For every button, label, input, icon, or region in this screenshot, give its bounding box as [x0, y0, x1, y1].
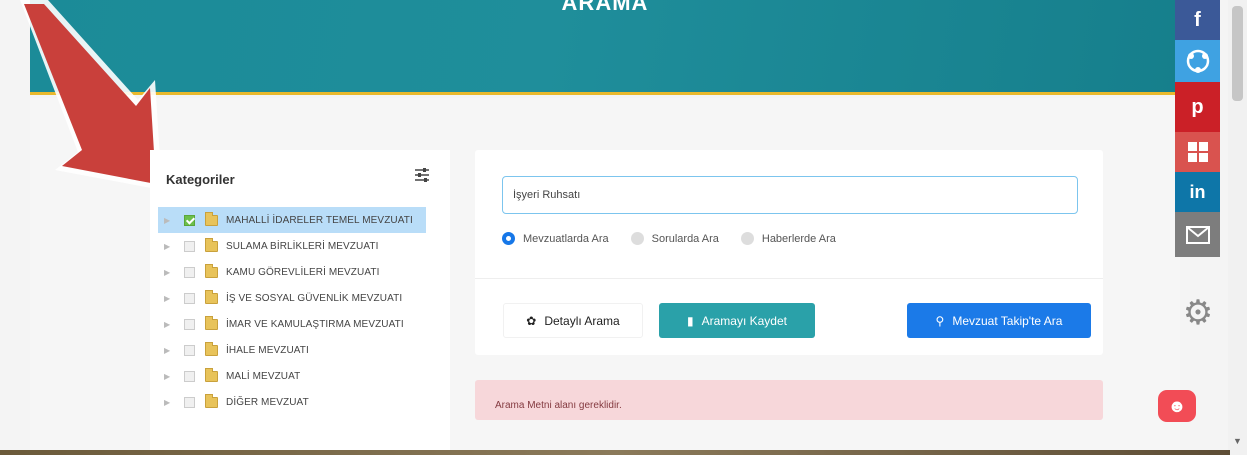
search-input[interactable] [502, 176, 1078, 214]
mail-icon[interactable] [1175, 212, 1220, 257]
expand-caret-icon[interactable]: ▶ [164, 242, 176, 251]
category-checkbox[interactable] [184, 266, 195, 278]
scroll-thumb[interactable] [1232, 6, 1243, 101]
category-label: İHALE MEVZUATI [226, 344, 309, 356]
category-checkbox[interactable] [184, 240, 195, 252]
scroll-down-arrow-icon[interactable]: ▼ [1233, 436, 1242, 446]
button-label: Aramayı Kaydet [701, 313, 787, 328]
bookmark-icon: ▮ [687, 313, 694, 328]
category-item[interactable]: ▶ DİĞER MEVZUAT [158, 389, 450, 415]
sidebar-heading: Kategoriler [166, 172, 235, 187]
radio-mevzuat[interactable]: Mevzuatlarda Ara [502, 232, 609, 245]
folder-icon [205, 289, 218, 304]
pinterest-icon[interactable]: p [1175, 82, 1220, 132]
button-label: Mevzuat Takip'te Ara [952, 313, 1063, 328]
validation-alert: Arama Metni alanı gereklidir. [475, 380, 1103, 420]
mevzuat-takip-search-button[interactable]: ⚲ Mevzuat Takip'te Ara [907, 303, 1091, 338]
settings-gear-icon[interactable]: ⚙ [1180, 295, 1216, 331]
expand-caret-icon[interactable]: ▶ [164, 346, 176, 355]
detailed-search-button[interactable]: ✿ Detaylı Arama [503, 303, 643, 338]
category-item[interactable]: ▶ İŞ VE SOSYAL GÜVENLİK MEVZUATI [158, 285, 450, 311]
category-label: DİĞER MEVZUAT [226, 396, 309, 408]
page-scrollbar[interactable]: ▼ [1228, 0, 1247, 455]
search-icon: ⚲ [935, 313, 945, 328]
expand-caret-icon[interactable]: ▶ [164, 398, 176, 407]
category-label: İMAR VE KAMULAŞTIRMA MEVZUATI [226, 318, 404, 330]
radio-label: Sorularda Ara [651, 232, 719, 245]
category-list: ▶ MAHALLİ İDARELER TEMEL MEVZUATI ▶ SULA… [158, 207, 450, 415]
share-icon[interactable] [1175, 40, 1220, 82]
category-label: MAHALLİ İDARELER TEMEL MEVZUATI [226, 214, 413, 226]
category-checkbox[interactable] [184, 292, 195, 304]
category-label: KAMU GÖREVLİLERİ MEVZUATI [226, 266, 380, 278]
page-banner: ARAMA [30, 0, 1180, 95]
linkedin-icon[interactable]: in [1175, 172, 1220, 212]
folder-icon [205, 263, 218, 278]
sliders-icon[interactable] [412, 165, 432, 185]
folder-icon [205, 237, 218, 252]
chat-bubble-icon[interactable]: ☻ [1158, 390, 1196, 422]
category-item[interactable]: ▶ MALİ MEVZUAT [158, 363, 450, 389]
button-label: Detaylı Arama [544, 313, 620, 328]
red-arrow-annotation [20, 0, 162, 190]
category-label: İŞ VE SOSYAL GÜVENLİK MEVZUATI [226, 292, 403, 304]
page-title: ARAMA [561, 0, 649, 15]
category-item[interactable]: ▶ İMAR VE KAMULAŞTIRMA MEVZUATI [158, 311, 450, 337]
radio-unselected-icon[interactable] [740, 232, 754, 245]
radio-selected-icon[interactable] [502, 232, 515, 245]
folder-icon [205, 211, 218, 226]
category-item[interactable]: ▶ KAMU GÖREVLİLERİ MEVZUATI [158, 259, 450, 285]
bottom-border [0, 450, 1230, 455]
page: ARAMA Kategoriler ▶ MAHALLİ İDARELER TEM… [0, 0, 1247, 455]
search-scope-radios: Mevzuatlarda Ara Sorularda Ara Haberlerd… [502, 232, 858, 245]
category-label: SULAMA BİRLİKLERİ MEVZUATI [226, 240, 379, 252]
expand-caret-icon[interactable]: ▶ [164, 268, 176, 277]
category-item[interactable]: ▶ MAHALLİ İDARELER TEMEL MEVZUATI [158, 207, 426, 233]
radio-sorular[interactable]: Sorularda Ara [630, 232, 719, 245]
folder-icon [205, 367, 218, 382]
category-item[interactable]: ▶ SULAMA BİRLİKLERİ MEVZUATI [158, 233, 450, 259]
category-checkbox[interactable] [184, 318, 195, 330]
category-checkbox[interactable] [184, 396, 195, 408]
category-label: MALİ MEVZUAT [226, 370, 301, 382]
category-checkbox[interactable] [184, 214, 195, 226]
folder-icon [205, 393, 218, 408]
gear-icon: ✿ [526, 313, 537, 328]
radio-haberler[interactable]: Haberlerde Ara [740, 232, 836, 245]
category-sidebar: Kategoriler ▶ MAHALLİ İDARELER TEMEL MEV… [150, 150, 450, 450]
expand-caret-icon[interactable]: ▶ [164, 320, 176, 329]
folder-icon [205, 341, 218, 356]
expand-caret-icon[interactable]: ▶ [164, 372, 176, 381]
radio-label: Mevzuatlarda Ara [523, 232, 609, 245]
category-item[interactable]: ▶ İHALE MEVZUATI [158, 337, 450, 363]
social-share-bar: f p in [1175, 0, 1220, 257]
folder-icon [205, 315, 218, 330]
windows-icon[interactable] [1175, 132, 1220, 172]
category-checkbox[interactable] [184, 370, 195, 382]
radio-unselected-icon[interactable] [630, 232, 644, 245]
category-checkbox[interactable] [184, 344, 195, 356]
search-card: Mevzuatlarda Ara Sorularda Ara Haberlerd… [475, 150, 1103, 355]
expand-caret-icon[interactable]: ▶ [164, 294, 176, 303]
radio-label: Haberlerde Ara [761, 232, 836, 245]
save-search-button[interactable]: ▮ Aramayı Kaydet [659, 303, 815, 338]
facebook-icon[interactable]: f [1175, 0, 1220, 40]
card-divider [475, 278, 1103, 279]
expand-caret-icon[interactable]: ▶ [164, 216, 176, 225]
